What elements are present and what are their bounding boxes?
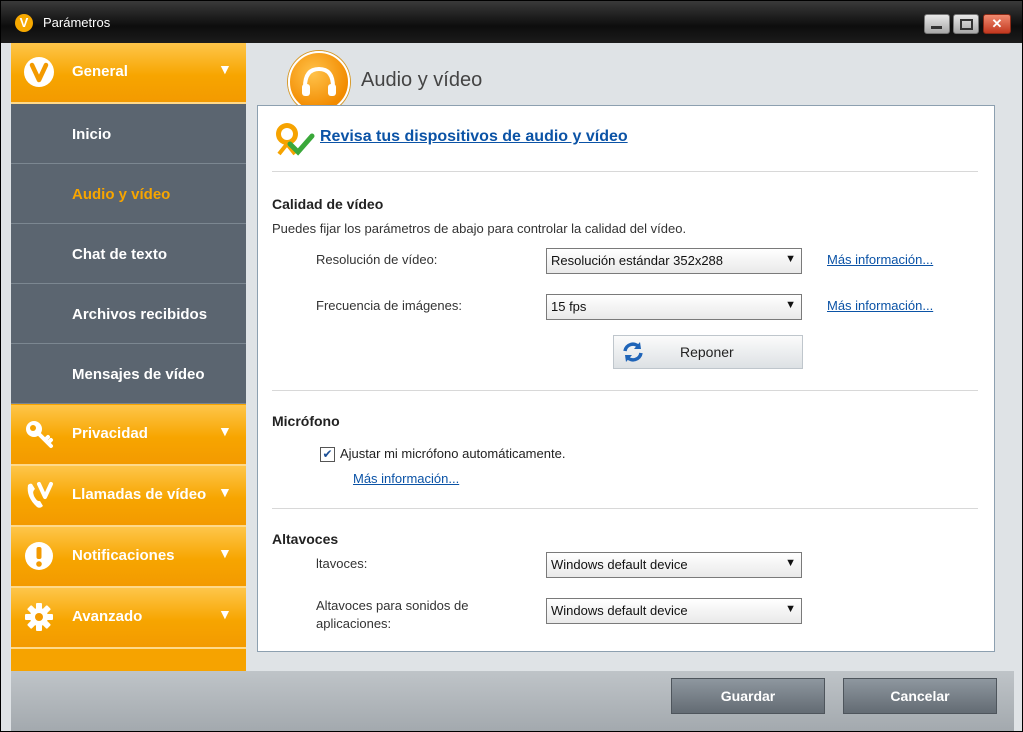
sidebar-group-label: Notificaciones [72,547,175,564]
chevron-down-icon: ▼ [218,545,232,561]
sidebar-item-files[interactable]: Archivos recibidos [11,284,246,344]
sidebar-item-label: Mensajes de vídeo [72,366,205,383]
close-button[interactable]: ✕ [983,14,1011,34]
chevron-down-icon: ▼ [218,606,232,622]
chevron-down-icon: ▼ [218,484,232,500]
check-devices-link[interactable]: Revisa tus dispositivos de audio y vídeo [320,128,628,146]
sidebar-item-label: Chat de texto [72,246,168,263]
speakers-title: Altavoces [272,531,339,547]
app-sounds-select[interactable]: Windows default device ▼ [546,598,802,624]
sidebar-group-privacy[interactable]: Privacidad ▼ [11,405,246,466]
sidebar-group-general[interactable]: General ▼ [11,43,246,104]
chevron-down-icon: ▼ [218,61,232,77]
minimize-button[interactable] [924,14,950,34]
headphones-icon [288,51,350,113]
sidebar-group-label: Privacidad [72,425,148,442]
sidebar-item-label: Audio y vídeo [72,186,171,203]
divider [272,171,978,172]
sidebar-group-label: Llamadas de vídeo [72,486,207,503]
dropdown-arrow-icon: ▼ [785,253,796,265]
framerate-select[interactable]: 15 fps ▼ [546,294,802,320]
resolution-label: Resolución de vídeo: [316,252,438,267]
speaker-value: Windows default device [551,557,688,572]
exclamation-icon [25,542,53,570]
microphone-title: Micrófono [272,413,340,429]
footer-bar: Guardar Cancelar [11,671,1014,731]
dropdown-arrow-icon: ▼ [785,603,796,615]
framerate-label: Frecuencia de imágenes: [316,298,462,313]
sidebar-group-advanced[interactable]: Avanzado ▼ [11,588,246,649]
reset-button[interactable]: Reponer [613,335,803,369]
chevron-down-icon: ▼ [218,423,232,439]
cancel-button[interactable]: Cancelar [843,678,997,714]
active-item-pointer [235,181,246,207]
video-call-icon [27,482,53,508]
app-sounds-value: Windows default device [551,603,688,618]
sidebar-item-label: Archivos recibidos [72,306,208,323]
dropdown-arrow-icon: ▼ [785,299,796,311]
sidebar-item-audio-video[interactable]: Audio y vídeo [11,164,246,224]
refresh-icon [623,342,643,362]
sidebar-group-label: General [72,63,128,80]
title-bar: V Parámetros ✕ [1,1,1022,43]
sidebar: General ▼ Inicio Audio y vídeo Chat de t… [11,43,246,671]
sidebar-group-video-calls[interactable]: Llamadas de vídeo ▼ [11,466,246,527]
microphone-more-info-link[interactable]: Más información... [353,471,459,486]
viber-logo-icon [24,57,54,87]
sidebar-item-video-messages[interactable]: Mensajes de vídeo [11,344,246,404]
resolution-value: Resolución estándar 352x288 [551,253,724,268]
speaker-label: ltavoces: [316,556,368,571]
sidebar-item-label: Inicio [72,126,112,143]
settings-window: V Parámetros ✕ General ▼ Inicio Audio y … [0,0,1023,732]
resolution-more-info-link[interactable]: Más información... [827,252,933,267]
framerate-more-info-link[interactable]: Más información... [827,298,933,313]
sidebar-item-inicio[interactable]: Inicio [11,104,246,164]
app-logo-icon: V [15,14,33,32]
auto-adjust-mic-label[interactable]: Ajustar mi micrófono automáticamente. [340,446,565,461]
key-icon [26,421,53,448]
video-quality-description: Puedes fijar los parámetros de abajo par… [272,221,687,236]
video-quality-title: Calidad de vídeo [272,196,384,212]
maximize-button[interactable] [953,14,979,34]
window-title: Parámetros [43,15,111,30]
divider [272,390,978,391]
dropdown-arrow-icon: ▼ [785,557,796,569]
resolution-select[interactable]: Resolución estándar 352x288 ▼ [546,248,802,274]
settings-panel: Revisa tus dispositivos de audio y vídeo… [257,105,995,652]
speaker-select[interactable]: Windows default device ▼ [546,552,802,578]
sidebar-group-notifications[interactable]: Notificaciones ▼ [11,527,246,588]
reset-button-label: Reponer [680,344,734,360]
sidebar-item-chat[interactable]: Chat de texto [11,224,246,284]
auto-adjust-mic-checkbox[interactable]: ✔ [320,447,335,462]
sidebar-group-label: Avanzado [72,608,143,625]
framerate-value: 15 fps [551,299,587,314]
page-title: Audio y vídeo [361,69,483,91]
save-button[interactable]: Guardar [671,678,825,714]
divider [272,508,978,509]
gear-icon [25,603,53,631]
device-check-icon [276,123,315,156]
app-sounds-label: Altavoces para sonidos de aplicaciones: [316,598,469,631]
